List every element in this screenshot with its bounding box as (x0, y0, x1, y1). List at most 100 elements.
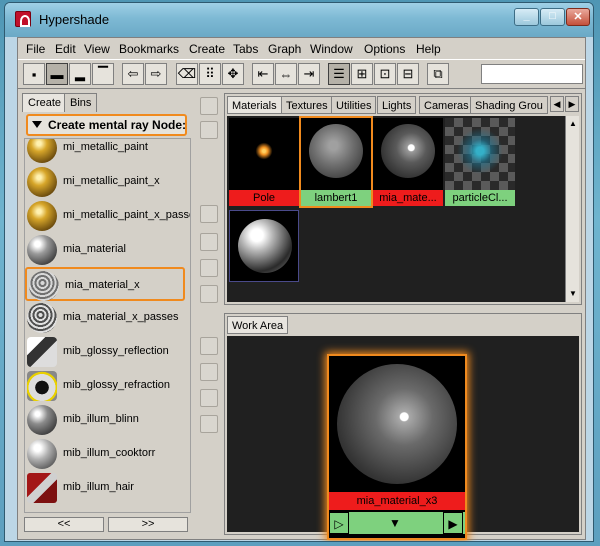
sort-by-time-icon[interactable] (200, 389, 218, 407)
node-type-dropdown[interactable]: Create mental ray Node: (26, 114, 187, 136)
thumbnail-pole[interactable]: Pole (229, 118, 299, 206)
menu-create[interactable]: Create (189, 42, 225, 56)
node-label: mi_metallic_paint_x_passes (63, 209, 191, 221)
thumbnail-chrome[interactable] (229, 210, 299, 282)
input-port-icon[interactable]: ▷ (329, 512, 349, 534)
node-label: mia_material (63, 243, 126, 255)
tab-bins[interactable]: Bins (64, 93, 98, 112)
node-type-label: Create mental ray Node: (48, 118, 187, 132)
tab-scroll-right-icon[interactable]: ▶ (565, 96, 579, 112)
list-item-selected[interactable]: mia_material_x (25, 267, 185, 301)
sort-by-name-icon[interactable] (200, 337, 218, 355)
menu-tabs[interactable]: Tabs (233, 42, 258, 56)
list-item[interactable]: mib_glossy_reflection (25, 335, 190, 369)
tab-utilities[interactable]: Utilities (331, 96, 377, 114)
material-swatch (27, 235, 57, 265)
select-nodes-icon[interactable]: ⊡ (374, 63, 396, 85)
thumbnail-label: particleCl... (445, 190, 515, 206)
sort-by-type-icon[interactable] (200, 363, 218, 381)
menu-options[interactable]: Options (364, 42, 405, 56)
thumbnail-lambert1[interactable]: lambert1 (299, 116, 373, 208)
minimize-button[interactable]: _ (514, 8, 539, 26)
node-label: mi_metallic_paint_x (63, 175, 160, 187)
top-tab-layout-icon[interactable]: ▔ (92, 63, 114, 85)
tab-scroll-left-icon[interactable]: ◀ (550, 96, 564, 112)
thumbnail-scrollbar[interactable]: ▲ ▼ (565, 116, 579, 302)
node-label: mib_illum_hair (63, 481, 134, 493)
scroll-up-icon[interactable]: ▲ (567, 118, 579, 130)
list-item[interactable]: mib_illum_blinn (25, 403, 190, 437)
list-item[interactable]: mia_material (25, 233, 190, 267)
reverse-sort-icon[interactable] (200, 415, 218, 433)
back-arrow-icon[interactable]: ⇦ (122, 63, 144, 85)
prev-page-button[interactable]: << (24, 517, 104, 532)
tab-cameras[interactable]: Cameras (419, 96, 474, 114)
menu-file[interactable]: File (26, 42, 45, 56)
eraser-icon[interactable]: ⌫ (176, 63, 198, 85)
search-input[interactable] (481, 64, 583, 84)
list-view-icon[interactable] (200, 121, 218, 139)
large-icon[interactable] (200, 259, 218, 277)
list-item[interactable]: mib_glossy_refraction (25, 369, 190, 403)
small-icon[interactable] (200, 205, 218, 223)
work-area[interactable]: mia_material_x3 ▷ ▼ ▶ (227, 336, 579, 540)
frame-selection-icon[interactable]: ⊟ (397, 63, 419, 85)
material-swatch (27, 303, 57, 333)
menu-graph[interactable]: Graph (268, 42, 301, 56)
menu-view[interactable]: View (84, 42, 110, 56)
thumbnail-label: lambert1 (301, 190, 371, 206)
next-page-button[interactable]: >> (108, 517, 188, 532)
node-label: mia_material_x_passes (63, 311, 179, 323)
scroll-down-icon[interactable]: ▼ (567, 288, 579, 300)
node-label: mi_metallic_paint (63, 141, 148, 153)
thumbnail-particlecloud[interactable]: particleCl... (445, 118, 515, 206)
expand-node-icon[interactable]: ▼ (385, 512, 405, 534)
tab-create[interactable]: Create (22, 93, 68, 112)
hypershade-window: Hypershade _ □ ✕ File Edit View Bookmark… (4, 2, 594, 542)
material-node[interactable]: mia_material_x3 ▷ ▼ ▶ (327, 354, 467, 540)
list-item[interactable]: mi_metallic_paint_x (25, 165, 190, 199)
output-connections-icon[interactable]: ⇥ (298, 63, 320, 85)
close-icon: ✕ (573, 11, 583, 23)
hierarchy-icon[interactable]: ⊞ (351, 63, 373, 85)
extra-large-icon[interactable] (200, 285, 218, 303)
close-button[interactable]: ✕ (566, 8, 590, 26)
menu-help[interactable]: Help (416, 42, 441, 56)
menu-bar: File Edit View Bookmarks Create Tabs Gra… (18, 38, 585, 58)
menu-window[interactable]: Window (310, 42, 353, 56)
tab-shading-groups[interactable]: Shading Grou (470, 96, 548, 114)
tab-textures[interactable]: Textures (281, 96, 333, 114)
graph-materials-icon[interactable]: ✥ (222, 63, 244, 85)
graph-option-icon[interactable]: ⧉ (427, 63, 449, 85)
list-item[interactable]: mib_illum_cooktorr (25, 437, 190, 471)
title-bar[interactable]: Hypershade _ □ ✕ (5, 3, 593, 37)
rearrange-graph-icon[interactable]: ⠿ (199, 63, 221, 85)
maya-app-icon[interactable] (15, 11, 31, 27)
list-item[interactable]: mia_material_x_passes (25, 301, 190, 335)
list-item[interactable]: mi_metallic_paint_x_passes (25, 199, 191, 233)
top-bottom-layout-icon[interactable]: ▬ (46, 63, 68, 85)
hair-icon (27, 473, 57, 503)
bottom-tab-layout-icon[interactable]: ▂ (69, 63, 91, 85)
window-title: Hypershade (39, 12, 110, 27)
tab-work-area[interactable]: Work Area (227, 316, 289, 334)
menu-edit[interactable]: Edit (55, 42, 76, 56)
output-port-icon[interactable]: ▶ (443, 512, 463, 534)
toolbar: ▪ ▬ ▂ ▔ ⇦ ⇨ ⌫ ⠿ ✥ ⇤ ⇔ ⇥ ☰ ⊞ ⊡ ⊟ ⧉ (18, 59, 585, 89)
tab-lights[interactable]: Lights (377, 96, 417, 114)
forward-arrow-icon[interactable]: ⇨ (145, 63, 167, 85)
medium-icon[interactable] (200, 233, 218, 251)
tab-materials[interactable]: Materials (227, 96, 282, 114)
list-item[interactable]: mib_illum_hair (25, 471, 190, 505)
menu-bookmarks[interactable]: Bookmarks (119, 42, 179, 56)
maximize-button[interactable]: □ (540, 8, 565, 26)
node-label: mib_illum_cooktorr (63, 447, 156, 459)
list-item[interactable]: mi_metallic_paint (25, 139, 190, 165)
toggle-layout-icon[interactable]: ▪ (23, 63, 45, 85)
input-connections-icon[interactable]: ⇤ (252, 63, 274, 85)
material-swatch (27, 371, 57, 401)
input-output-connections-icon[interactable]: ⇔ (275, 63, 297, 85)
clear-graph-icon[interactable]: ☰ (328, 63, 350, 85)
thumbnail-mia-material[interactable]: mia_mate... (373, 118, 443, 206)
sphere-preview-icon[interactable] (200, 97, 218, 115)
